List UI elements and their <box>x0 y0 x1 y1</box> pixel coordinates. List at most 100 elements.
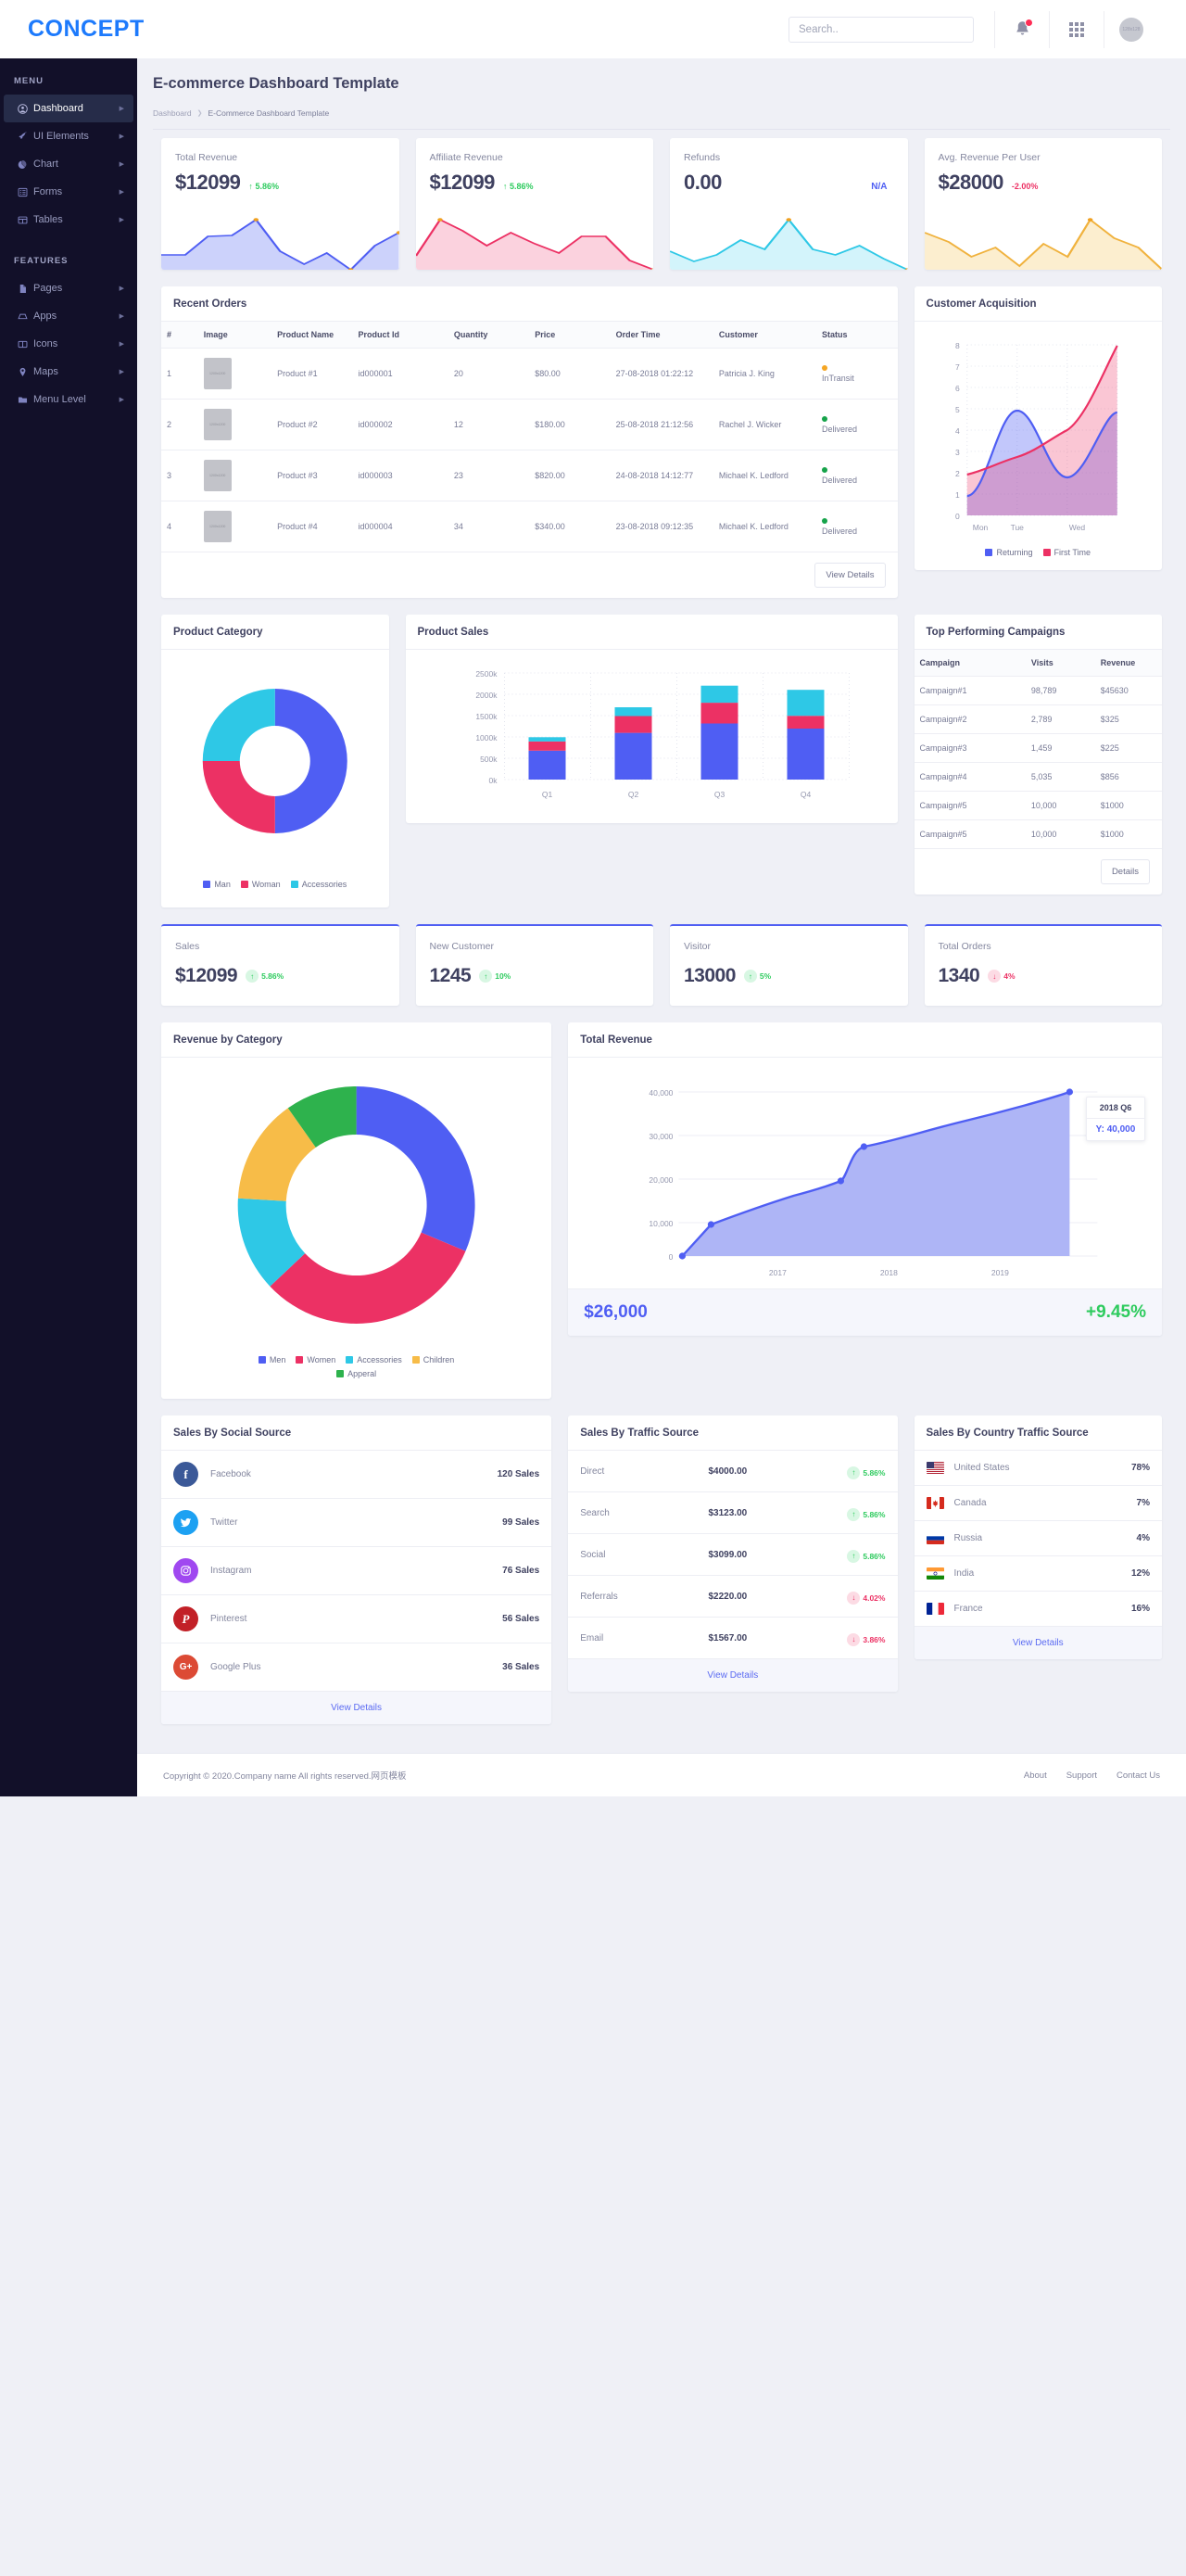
list-item[interactable]: Search $3123.00 ↑ 5.86% <box>568 1492 898 1534</box>
kpi-delta: ↑ 5.86% <box>246 970 284 983</box>
status-badge: Delivered <box>822 526 858 536</box>
svg-text:Mon: Mon <box>972 523 988 532</box>
tile-col: Total Revenue $12099 ↑ 5.86% <box>153 130 408 278</box>
svg-text:5: 5 <box>955 405 960 414</box>
footer-link-contact-us[interactable]: Contact Us <box>1117 1770 1160 1781</box>
kpi-row: Sales $12099 ↑ 5.86% New Customer 1245 ↑ 1… <box>137 916 1186 1014</box>
sidebar: MENU Dashboard ▶ UI Elements ▶ Chart ▶ F… <box>0 58 137 1796</box>
sidebar-item-icons[interactable]: Icons ▶ <box>4 330 133 358</box>
traffic-view-details-link[interactable]: View Details <box>568 1659 898 1692</box>
sidebar-item-pages[interactable]: Pages ▶ <box>4 274 133 302</box>
sidebar-item-chart[interactable]: Chart ▶ <box>4 150 133 178</box>
brand-logo[interactable]: CONCEPT <box>28 16 145 43</box>
list-item[interactable]: Canada 7% <box>914 1486 1162 1521</box>
list-item[interactable]: G+ Google Plus 36 Sales <box>161 1643 552 1692</box>
card-title: Recent Orders <box>161 286 898 322</box>
list-item[interactable]: Referrals $2220.00 ↓ 4.02% <box>568 1576 898 1618</box>
svg-text:1500k: 1500k <box>475 712 498 721</box>
orders-view-details-button[interactable]: View Details <box>814 563 886 588</box>
sidebar-item-dashboard[interactable]: Dashboard ▶ <box>4 95 133 122</box>
social-view-details-link[interactable]: View Details <box>161 1692 552 1724</box>
sidebar-item-ui-elements[interactable]: UI Elements ▶ <box>4 122 133 150</box>
th-quantity: Quantity <box>448 322 530 349</box>
kpi-delta: ↑ 10% <box>479 970 511 983</box>
list-item[interactable]: f Facebook 120 Sales <box>161 1451 552 1499</box>
traffic-amount: $1567.00 <box>708 1632 748 1643</box>
list-item[interactable]: Direct $4000.00 ↑ 5.86% <box>568 1451 898 1492</box>
sidebar-item-apps[interactable]: Apps ▶ <box>4 302 133 330</box>
list-item[interactable]: Email $1567.00 ↓ 3.86% <box>568 1618 898 1659</box>
table-row[interactable]: Campaign#4 5,035 $856 <box>914 762 1162 792</box>
svg-text:3: 3 <box>955 448 960 457</box>
legend-item: First Time <box>1042 548 1091 557</box>
arrow-down-icon: ↓ <box>847 1591 861 1605</box>
profile-button[interactable]: 128x128 <box>1104 0 1158 58</box>
sales-by-traffic-source-card: Sales By Traffic Source Direct $4000.00 … <box>568 1415 898 1692</box>
sidebar-item-menu-level[interactable]: Menu Level ▶ <box>4 386 133 413</box>
table-row[interactable]: Campaign#3 1,459 $225 <box>914 733 1162 763</box>
kpi-col: Visitor 13000 ↑ 5% <box>662 916 916 1014</box>
list-item[interactable]: Twitter 99 Sales <box>161 1499 552 1547</box>
list-item[interactable]: Russia 4% <box>914 1521 1162 1556</box>
table-row[interactable]: Campaign#2 2,789 $325 <box>914 704 1162 734</box>
breadcrumb-current: E-Commerce Dashboard Template <box>208 108 330 118</box>
page-footer: Copyright © 2020.Company name All rights… <box>137 1753 1186 1796</box>
table-row[interactable]: 3 1200x1200 Product #3 id000003 23 $820.… <box>161 450 898 501</box>
cell-image: 1200x1200 <box>197 450 272 501</box>
revenue-by-category-legend: Men Women Accessories Children Apperal <box>161 1344 551 1399</box>
list-item[interactable]: Instagram 76 Sales <box>161 1547 552 1595</box>
search-input[interactable] <box>789 16 974 43</box>
cell-quantity: 12 <box>448 399 530 450</box>
kpi-col: Total Orders 1340 ↓ 4% <box>916 916 1171 1014</box>
grid-apps-icon <box>1069 21 1084 37</box>
arrow-up-icon: ↑ <box>847 1466 861 1479</box>
cell-order-time: 23-08-2018 09:12:35 <box>610 501 713 552</box>
twitter-icon <box>173 1510 198 1535</box>
top-bar: CONCEPT 128x128 <box>0 0 1186 58</box>
list-item[interactable]: P Pinterest 56 Sales <box>161 1595 552 1643</box>
th-visits: Visits <box>1025 650 1095 677</box>
traffic-source-col: Sales By Traffic Source Direct $4000.00 … <box>560 1407 905 1700</box>
tile-total-revenue: Total Revenue $12099 ↑ 5.86% <box>161 138 399 270</box>
list-item[interactable]: France 16% <box>914 1592 1162 1627</box>
notifications-button[interactable] <box>995 0 1049 58</box>
cell-campaign: Campaign#5 <box>914 819 1026 849</box>
facebook-icon: f <box>173 1462 198 1487</box>
campaigns-details-button[interactable]: Details <box>1100 859 1150 884</box>
arrow-up-icon: ↑ <box>847 1549 861 1563</box>
th-status: Status <box>816 322 898 349</box>
footer-link-support[interactable]: Support <box>1066 1770 1097 1781</box>
notification-badge <box>1024 19 1033 27</box>
country-view-details-link[interactable]: View Details <box>914 1627 1162 1659</box>
arrow-up-icon: ↑ <box>743 970 757 983</box>
table-row[interactable]: Campaign#1 98,789 $45630 <box>914 676 1162 705</box>
customer-acquisition-legend: Returning First Time <box>915 542 1162 570</box>
sidebar-item-maps[interactable]: Maps ▶ <box>4 358 133 386</box>
list-item[interactable]: India 12% <box>914 1556 1162 1592</box>
svg-text:Q2: Q2 <box>627 790 638 799</box>
table-row[interactable]: Campaign#5 10,000 $1000 <box>914 819 1162 849</box>
th-price: Price <box>529 322 611 349</box>
table-row[interactable]: 2 1200x1200 Product #2 id000002 12 $180.… <box>161 399 898 450</box>
apps-button[interactable] <box>1050 0 1104 58</box>
cell-index: 2 <box>161 399 198 450</box>
cell-customer: Patricia J. King <box>713 348 817 400</box>
table-row[interactable]: 4 1200x1200 Product #4 id000004 34 $340.… <box>161 501 898 552</box>
cell-status: Delivered <box>816 450 898 501</box>
country-value: 78% <box>1130 1463 1150 1473</box>
cell-campaign: Campaign#1 <box>914 676 1026 705</box>
kpi-title: New Customer <box>429 941 494 952</box>
list-item[interactable]: Social $3099.00 ↑ 5.86% <box>568 1534 898 1576</box>
list-item[interactable]: United States 78% <box>914 1451 1162 1486</box>
sidebar-item-forms[interactable]: Forms ▶ <box>4 178 133 206</box>
traffic-name: Referrals <box>580 1591 618 1602</box>
sidebar-item-tables[interactable]: Tables ▶ <box>4 206 133 234</box>
sidebar-item-label: Apps <box>33 311 57 322</box>
chevron-right-icon: ▶ <box>119 369 124 375</box>
footer-link-about[interactable]: About <box>1024 1770 1047 1781</box>
table-row[interactable]: 1 1200x1200 Product #1 id000001 20 $80.0… <box>161 348 898 400</box>
breadcrumb-root[interactable]: Dashboard <box>153 108 192 118</box>
recent-orders-card: Recent Orders # Image Product Name Produ… <box>161 286 898 598</box>
table-row[interactable]: Campaign#5 10,000 $1000 <box>914 791 1162 820</box>
svg-text:Q4: Q4 <box>800 790 811 799</box>
